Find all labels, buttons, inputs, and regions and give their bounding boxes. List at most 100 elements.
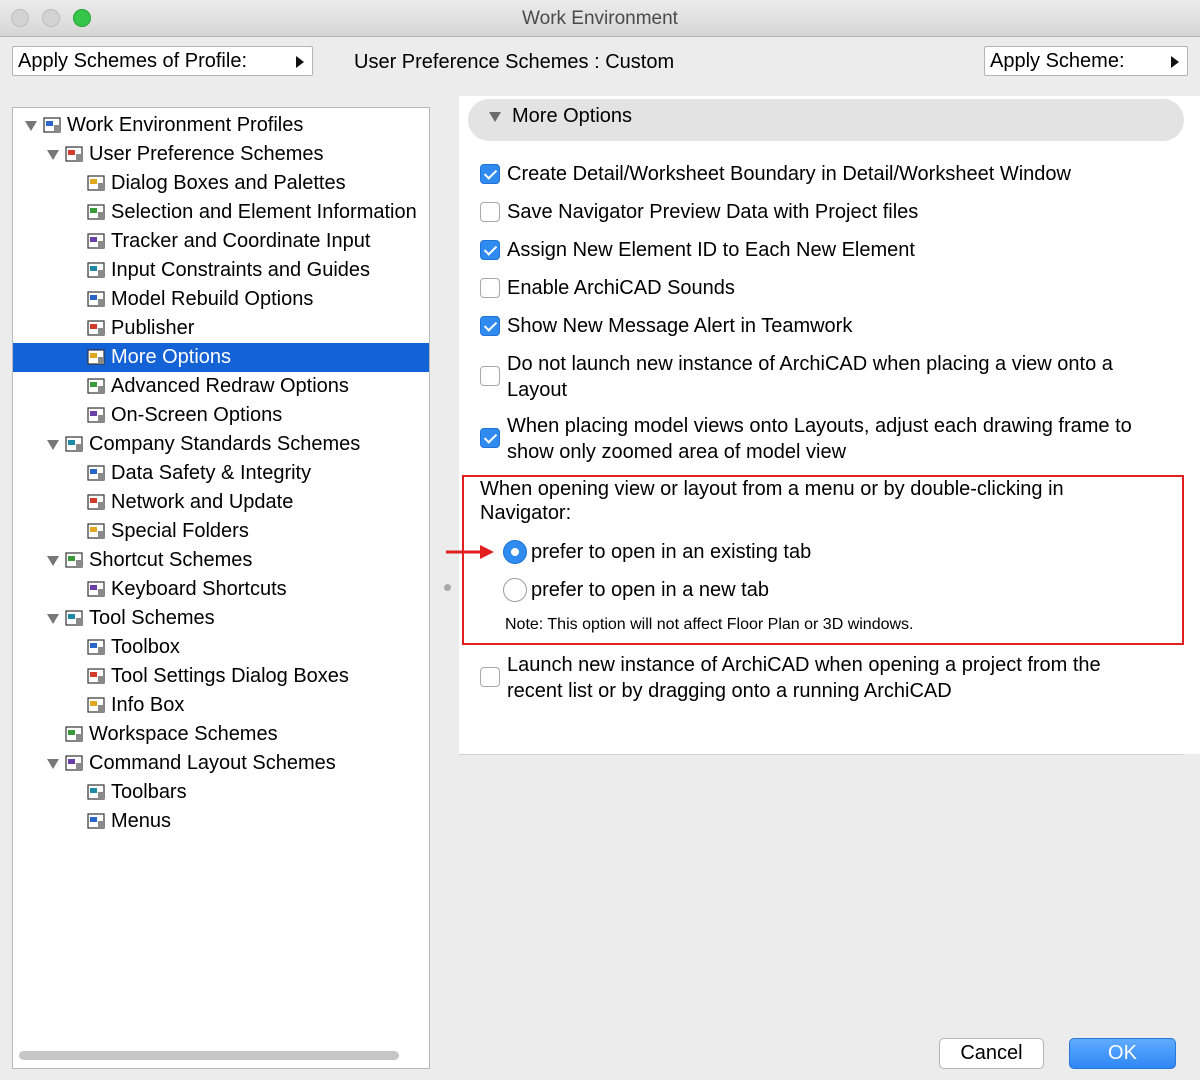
tree-item[interactable]: Keyboard Shortcuts: [13, 575, 429, 604]
cancel-button[interactable]: Cancel: [939, 1038, 1044, 1069]
disclosure-triangle-icon[interactable]: [47, 556, 59, 566]
option-label-line1: Do not launch new instance of ArchiCAD w…: [507, 353, 1113, 375]
tree-item[interactable]: Model Rebuild Options: [13, 285, 429, 314]
shortcut-schemes-icon: [65, 552, 83, 568]
section-title: More Options: [512, 105, 633, 127]
disclosure-triangle-icon[interactable]: [47, 614, 59, 624]
red-arrow-icon: [446, 545, 494, 559]
option-label[interactable]: Create Detail/Worksheet Boundary in Deta…: [507, 161, 1071, 187]
open-view-title-line2: Navigator:: [480, 502, 572, 524]
option-checkbox[interactable]: [480, 202, 500, 222]
option-checkbox[interactable]: [480, 428, 500, 448]
option-label[interactable]: Show New Message Alert in Teamwork: [507, 313, 852, 339]
dialog-boxes-icon: [87, 175, 105, 191]
tree-item[interactable]: Tool Settings Dialog Boxes: [13, 662, 429, 691]
tree-item[interactable]: Dialog Boxes and Palettes: [13, 169, 429, 198]
popup-arrow-icon: [1171, 56, 1179, 68]
onscreen-icon: [87, 407, 105, 423]
launch-instance-line1: Launch new instance of ArchiCAD when ope…: [507, 654, 1101, 676]
tree-item-label: Advanced Redraw Options: [111, 375, 349, 397]
tree-item[interactable]: Advanced Redraw Options: [13, 372, 429, 401]
disclosure-triangle-icon[interactable]: [47, 440, 59, 450]
tree-item[interactable]: Special Folders: [13, 517, 429, 546]
more-options-section-header[interactable]: More Options: [468, 99, 1184, 141]
tree-item-label: Model Rebuild Options: [111, 288, 314, 310]
profiles-tree[interactable]: Work Environment Profiles User Preference…: [12, 107, 430, 1069]
redraw-icon: [87, 378, 105, 394]
tree-item[interactable]: Tool Schemes: [13, 604, 429, 633]
more-options-icon: [87, 349, 105, 365]
option-label[interactable]: When placing model views onto Layouts, a…: [507, 413, 1132, 465]
tree-item[interactable]: More Options: [13, 343, 429, 372]
tree-item[interactable]: Input Constraints and Guides: [13, 256, 429, 285]
radio-open-new-tab[interactable]: [503, 578, 527, 602]
command-layout-icon: [65, 755, 83, 771]
option-checkbox[interactable]: [480, 164, 500, 184]
scheme-label: User Preference Schemes : Custom: [354, 51, 675, 73]
tree-item-label: Workspace Schemes: [89, 723, 278, 745]
tree-item-label: Info Box: [111, 694, 185, 716]
tree-item[interactable]: Command Layout Schemes: [13, 749, 429, 778]
option-label-line1: Show New Message Alert in Teamwork: [507, 315, 853, 337]
disclosure-triangle-icon[interactable]: [489, 112, 501, 122]
option-label[interactable]: Enable ArchiCAD Sounds: [507, 275, 735, 301]
network-icon: [87, 494, 105, 510]
ok-button[interactable]: OK: [1069, 1038, 1176, 1069]
title-bar: Work Environment: [0, 0, 1200, 37]
option-label[interactable]: Assign New Element ID to Each New Elemen…: [507, 237, 915, 263]
disclosure-triangle-icon[interactable]: [25, 121, 37, 131]
tree-item[interactable]: Workspace Schemes: [13, 720, 429, 749]
tool-schemes-icon: [65, 610, 83, 626]
radio-open-new-tab-label[interactable]: prefer to open in a new tab: [531, 577, 769, 603]
tree-item[interactable]: User Preference Schemes: [13, 140, 429, 169]
tree-item-label: Tool Schemes: [89, 607, 215, 629]
tree-item[interactable]: Menus: [13, 807, 429, 836]
tree-item-label: Keyboard Shortcuts: [111, 578, 287, 600]
option-label[interactable]: Do not launch new instance of ArchiCAD w…: [507, 351, 1113, 403]
workspace-icon: [65, 726, 83, 742]
tree-item-label: Command Layout Schemes: [89, 752, 336, 774]
folders-icon: [87, 523, 105, 539]
tree-item[interactable]: Selection and Element Information: [13, 198, 429, 227]
constraints-icon: [87, 262, 105, 278]
option-label-line1: Save Navigator Preview Data with Project…: [507, 201, 919, 223]
option-checkbox[interactable]: [480, 240, 500, 260]
keyboard-icon: [87, 581, 105, 597]
tree-item-label: Publisher: [111, 317, 195, 339]
apply-profile-popup[interactable]: Apply Schemes of Profile:: [12, 46, 313, 76]
option-label-line2: Layout: [507, 379, 568, 401]
option-checkbox[interactable]: [480, 316, 500, 336]
disclosure-triangle-icon[interactable]: [47, 150, 59, 160]
option-label-line1: Assign New Element ID to Each New Elemen…: [507, 239, 915, 261]
tree-item-label: Data Safety & Integrity: [111, 462, 312, 484]
tree-item[interactable]: Toolbox: [13, 633, 429, 662]
tree-item-label: Tool Settings Dialog Boxes: [111, 665, 349, 687]
tree-item-label: Input Constraints and Guides: [111, 259, 371, 281]
tree-item[interactable]: Data Safety & Integrity: [13, 459, 429, 488]
disclosure-triangle-icon[interactable]: [47, 759, 59, 769]
tree-item[interactable]: Work Environment Profiles: [13, 111, 429, 140]
tree-item[interactable]: Shortcut Schemes: [13, 546, 429, 575]
launch-instance-label[interactable]: Launch new instance of ArchiCAD when ope…: [507, 652, 1101, 704]
option-checkbox[interactable]: [480, 366, 500, 386]
tree-item-label: Toolbox: [111, 636, 180, 658]
profiles-icon: [43, 117, 61, 133]
splitter-handle[interactable]: [444, 584, 451, 591]
model-rebuild-icon: [87, 291, 105, 307]
radio-open-existing-tab[interactable]: [503, 540, 527, 564]
tree-item[interactable]: Info Box: [13, 691, 429, 720]
panel-divider: [459, 754, 1183, 755]
launch-instance-checkbox[interactable]: [480, 667, 500, 687]
option-checkbox[interactable]: [480, 278, 500, 298]
apply-scheme-popup[interactable]: Apply Scheme:: [984, 46, 1188, 76]
tree-horizontal-scrollbar[interactable]: [19, 1051, 399, 1060]
option-label[interactable]: Save Navigator Preview Data with Project…: [507, 199, 918, 225]
tree-item[interactable]: Publisher: [13, 314, 429, 343]
tree-item[interactable]: Toolbars: [13, 778, 429, 807]
tree-item[interactable]: Tracker and Coordinate Input: [13, 227, 429, 256]
tree-item[interactable]: On-Screen Options: [13, 401, 429, 430]
tree-item[interactable]: Company Standards Schemes: [13, 430, 429, 459]
tree-item[interactable]: Network and Update: [13, 488, 429, 517]
radio-open-existing-tab-label[interactable]: prefer to open in an existing tab: [531, 539, 811, 565]
apply-scheme-label: Apply Scheme:: [990, 50, 1125, 72]
